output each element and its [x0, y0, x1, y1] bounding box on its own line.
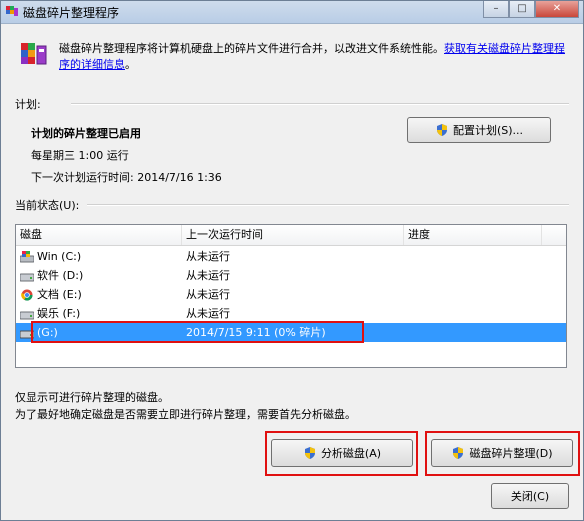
close-window-button[interactable]: ✕: [535, 1, 579, 18]
chrome-drive-icon: [21, 289, 33, 301]
disk-name: 文档 (E:): [37, 288, 82, 301]
schedule-separator: [71, 103, 569, 105]
info-line-2: 为了最好地确定磁盘是否需要立即进行碎片整理，需要首先分析磁盘。: [15, 408, 356, 421]
analyze-disk-label: 分析磁盘(A): [320, 447, 382, 460]
disk-cell: 文档 (E:): [20, 285, 82, 304]
disk-row[interactable]: 文档 (E:) 从未运行: [16, 285, 566, 304]
disk-cell: (G:): [20, 323, 58, 342]
disk-name: 娱乐 (F:): [37, 307, 81, 320]
description-end: 。: [125, 58, 136, 71]
schedule-frequency: 每星期三 1:00 运行: [31, 149, 129, 162]
drive-icon: [20, 330, 34, 338]
schedule-label: 计划:: [15, 98, 41, 111]
disk-list[interactable]: 磁盘 上一次运行时间 进度 Win (C:) 从未运行 软件 (D:) 从未运行…: [15, 224, 567, 368]
minimize-button[interactable]: –: [483, 1, 509, 18]
info-line-1: 仅显示可进行碎片整理的磁盘。: [15, 391, 169, 404]
title-bar[interactable]: 磁盘碎片整理程序 – □ ✕: [1, 1, 583, 24]
last-run: 2014/7/15 9:11 (0% 碎片): [186, 326, 326, 339]
header-description: 磁盘碎片整理程序将计算机硬盘上的碎片文件进行合并，以改进文件系统性能。获取有关磁…: [59, 41, 569, 73]
description-text: 磁盘碎片整理程序将计算机硬盘上的碎片文件进行合并，以改进文件系统性能。: [59, 42, 444, 55]
disk-cell: 软件 (D:): [20, 266, 83, 285]
disk-cell: 娱乐 (F:): [20, 304, 80, 323]
column-last-run[interactable]: 上一次运行时间: [182, 225, 404, 245]
schedule-next-run: 下一次计划运行时间: 2014/7/16 1:36: [31, 171, 222, 184]
current-status-label: 当前状态(U):: [15, 199, 80, 212]
defrag-window: 磁盘碎片整理程序 – □ ✕ 磁盘碎片整理程序将计算机硬盘上的碎片文件进行合并，…: [0, 0, 584, 521]
uac-shield-icon: [436, 124, 447, 136]
configure-schedule-label: 配置计划(S)...: [452, 124, 524, 137]
column-disk[interactable]: 磁盘: [16, 225, 182, 245]
disk-row[interactable]: Win (C:) 从未运行: [16, 247, 566, 266]
maximize-button[interactable]: □: [509, 1, 535, 18]
schedule-status: 计划的碎片整理已启用: [31, 127, 141, 140]
disk-row[interactable]: 软件 (D:) 从未运行: [16, 266, 566, 285]
configure-schedule-button[interactable]: 配置计划(S)...: [407, 117, 551, 143]
close-button[interactable]: 关闭(C): [491, 483, 569, 509]
defragment-disk-label: 磁盘碎片整理(D): [469, 447, 553, 460]
uac-shield-icon: [453, 447, 464, 459]
window-controls: – □ ✕: [483, 1, 579, 19]
defrag-large-icon: [21, 43, 47, 65]
uac-shield-icon: [304, 447, 315, 459]
drive-icon: [20, 311, 34, 319]
column-progress[interactable]: 进度: [404, 225, 542, 245]
last-run: 从未运行: [186, 269, 230, 282]
window-title: 磁盘碎片整理程序: [23, 6, 120, 20]
disk-name: (G:): [37, 326, 58, 339]
status-separator: [87, 204, 569, 206]
analyze-disk-button[interactable]: 分析磁盘(A): [271, 439, 413, 467]
disk-list-header: 磁盘 上一次运行时间 进度: [16, 225, 566, 246]
disk-cell: Win (C:): [20, 247, 81, 266]
last-run: 从未运行: [186, 288, 230, 301]
disk-name: Win (C:): [37, 250, 82, 263]
windows-drive-icon: [20, 250, 34, 262]
defragment-disk-button[interactable]: 磁盘碎片整理(D): [431, 439, 573, 467]
drive-icon: [20, 273, 34, 281]
last-run: 从未运行: [186, 250, 230, 263]
disk-row[interactable]: 娱乐 (F:) 从未运行: [16, 304, 566, 323]
disk-row-selected[interactable]: (G:) 2014/7/15 9:11 (0% 碎片): [16, 323, 566, 342]
defrag-app-icon: [6, 6, 18, 16]
last-run: 从未运行: [186, 307, 230, 320]
disk-name: 软件 (D:): [37, 269, 84, 282]
